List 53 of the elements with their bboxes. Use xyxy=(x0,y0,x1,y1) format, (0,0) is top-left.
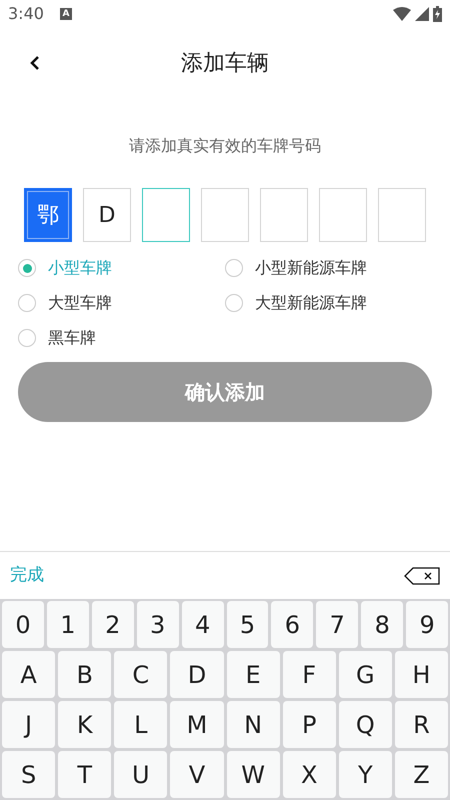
keyboard-key[interactable]: M xyxy=(170,701,224,748)
keyboard-key[interactable]: Z xyxy=(394,751,448,798)
plate-character-field[interactable] xyxy=(319,188,367,242)
keyboard-key[interactable]: 8 xyxy=(361,601,404,648)
keyboard-key[interactable]: 4 xyxy=(182,601,224,648)
plate-character-field[interactable]: 鄂 xyxy=(24,188,72,242)
keyboard-key[interactable]: 2 xyxy=(92,601,134,648)
keyboard-key[interactable]: C xyxy=(114,651,168,698)
plate-character-field[interactable] xyxy=(142,188,190,242)
signal-icon xyxy=(415,7,429,21)
plate-type-radio[interactable]: 黑车牌 xyxy=(18,326,225,350)
plate-type-radio[interactable]: 小型新能源车牌 xyxy=(225,256,432,280)
keyboard-key[interactable]: X xyxy=(282,751,336,798)
keyboard-key[interactable]: 0 xyxy=(2,601,44,648)
status-time: 3:40 xyxy=(8,3,44,25)
battery-icon xyxy=(433,6,442,22)
keyboard-key[interactable]: Y xyxy=(338,751,392,798)
keyboard-key[interactable]: 9 xyxy=(406,601,448,648)
plate-type-radio[interactable]: 大型车牌 xyxy=(18,291,225,315)
page-title: 添加车辆 xyxy=(181,50,269,78)
plate-character-field[interactable]: D xyxy=(83,188,131,242)
keyboard-key[interactable]: V xyxy=(170,751,224,798)
prompt-text: 请添加真实有效的车牌号码 xyxy=(129,135,321,157)
keyboard-key[interactable]: P xyxy=(282,701,336,748)
notification-icon: A xyxy=(60,8,72,20)
keyboard-key[interactable]: D xyxy=(170,651,224,698)
keyboard-key[interactable]: E xyxy=(226,651,280,698)
plate-character-field[interactable] xyxy=(378,188,426,242)
plate-character-field[interactable] xyxy=(201,188,249,242)
keyboard-key[interactable]: A xyxy=(2,651,56,698)
keyboard-key[interactable]: 6 xyxy=(271,601,314,648)
keyboard-key[interactable]: N xyxy=(226,701,280,748)
keyboard-key[interactable]: 3 xyxy=(136,601,179,648)
keyboard-key[interactable]: R xyxy=(394,701,448,748)
keyboard-key[interactable]: K xyxy=(58,701,112,748)
keyboard-key[interactable]: J xyxy=(2,701,56,748)
keyboard-key[interactable]: L xyxy=(114,701,168,748)
keyboard-key[interactable]: Q xyxy=(338,701,392,748)
keyboard-key[interactable]: 7 xyxy=(316,601,358,648)
keyboard-key[interactable]: G xyxy=(338,651,392,698)
keyboard-key[interactable]: B xyxy=(58,651,112,698)
keyboard-key[interactable]: W xyxy=(226,751,280,798)
plate-type-radio[interactable]: 大型新能源车牌 xyxy=(225,291,432,315)
keyboard-key[interactable]: F xyxy=(282,651,336,698)
chevron-left-icon xyxy=(29,54,41,72)
keyboard-key[interactable]: H xyxy=(394,651,448,698)
keyboard-key[interactable]: S xyxy=(2,751,56,798)
keyboard-key[interactable]: T xyxy=(58,751,112,798)
keyboard-key[interactable]: U xyxy=(114,751,168,798)
keyboard-key[interactable]: 5 xyxy=(226,601,268,648)
plate-character-field[interactable] xyxy=(260,188,308,242)
wifi-icon xyxy=(393,7,411,21)
keyboard-key[interactable]: 1 xyxy=(46,601,89,648)
